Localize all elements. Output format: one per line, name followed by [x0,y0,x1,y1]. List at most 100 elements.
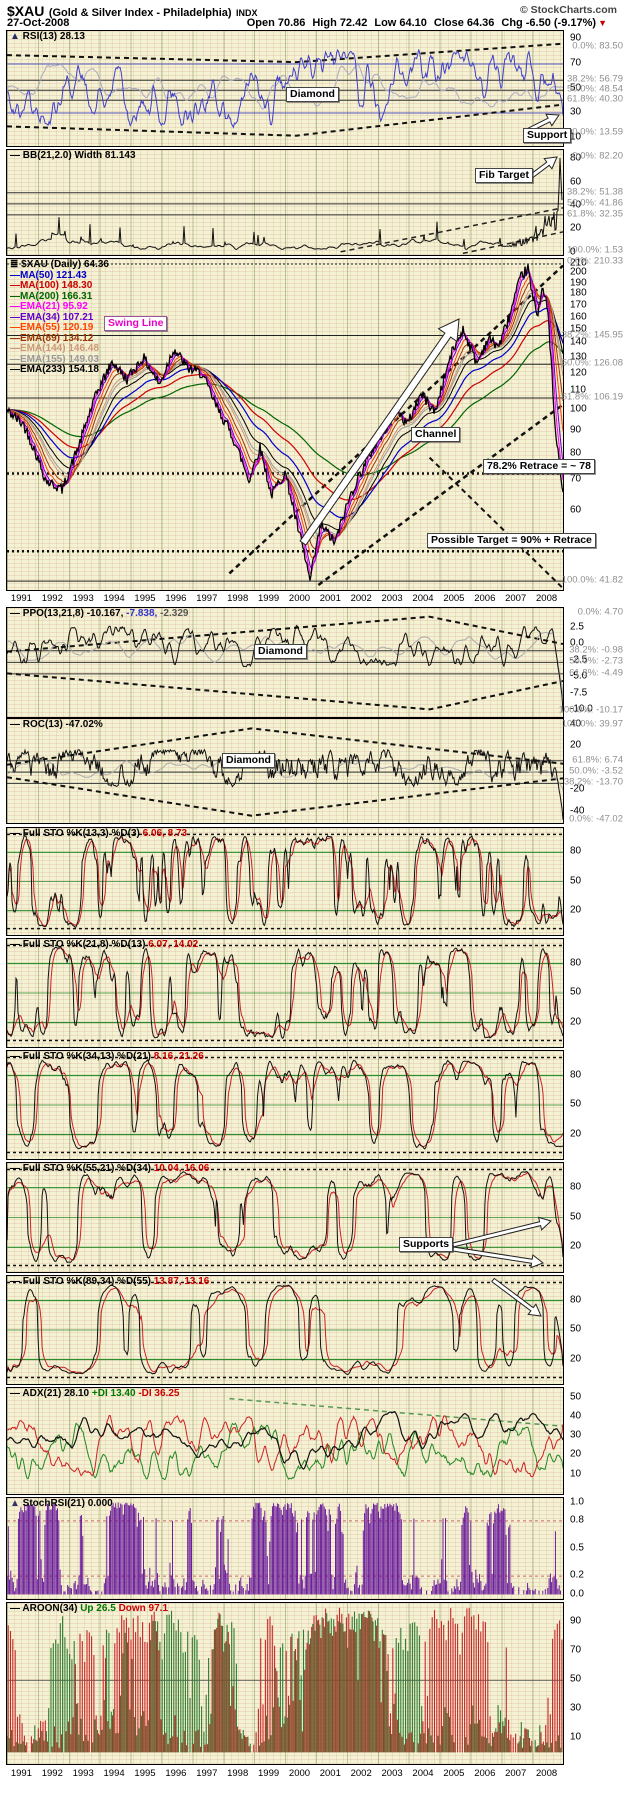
axis-tick: 100 [570,403,587,414]
axis-tick: 0.8 [570,1514,584,1525]
change-dropdown-icon[interactable]: ▼ [598,18,607,28]
fib-retracement-label: 0.0%: 210.33 [567,256,623,267]
fib-retracement-label: 61.8%: 6.74 [572,754,623,765]
year-label: 1991 [11,593,32,604]
legend-item: — Full STO %K(13,3) %D(3) [10,828,143,839]
panel-bbwidth-chart [7,150,563,255]
axis-tick: 50 [570,1674,581,1685]
legend-item: 6.07, 14.02 [148,939,198,950]
panel-price-main: ≣ $XAU (Daily) 64.36—MA(50) 121.43—MA(10… [6,258,564,591]
panel-roc-chart [7,719,563,823]
panel-adx-legend: — ADX(21) 28.10 +DI 13.40 -DI 36.25 [10,1389,179,1400]
annotation-possible-target-90-retrace: Possible Target = 90% + Retrace [427,533,596,548]
year-label: 1996 [165,1768,186,1779]
year-label: 2006 [474,1768,495,1779]
legend-item: — Full STO %K(89,34) %D(55) [10,1276,154,1287]
legend-item: —MA(50) 121.43 [10,270,87,281]
axis-rsi: 90705030100.0%: 83.5038.2%: 56.7950.0%: … [566,30,624,147]
panel-sto-55-21-legend: — Full STO %K(55,21) %D(34) 10.04, 16.06 [10,1164,209,1175]
axis-roc: 4020-20-40100.0%: 39.9761.8%: 6.7450.0%:… [566,718,624,824]
fib-retracement-label: 61.8%: 106.19 [562,392,623,403]
panel-ppo-chart [7,608,563,717]
annotation-support: Support [523,128,571,143]
annotation-channel: Channel [411,427,460,442]
panel-stochrsi-chart [7,1498,563,1599]
panel-sto-55-21: — Full STO %K(55,21) %D(34) 10.04, 16.06… [6,1162,564,1273]
fib-retracement-label: 100.0%: 1.53 [567,244,623,255]
triangle-icon: ▲ [10,1498,20,1509]
legend-item: Up 26.5 [80,1603,118,1614]
series-line [7,50,563,128]
panel-adx-chart [7,1388,563,1494]
legend-item: 8.16, 21.26 [154,1051,204,1062]
axis-tick: 90 [570,1616,581,1627]
callout-arrow [453,1247,543,1268]
axis-tick: 40 [570,1410,581,1421]
panel-bbwidth-legend: — BB(21,2.0) Width 81.143 [10,151,136,162]
fib-retracement-label: 61.8%: 32.35 [567,208,623,219]
legend-item: — ADX(21) 28.10 [10,1388,92,1399]
panel-price-main-legend: ≣ $XAU (Daily) 64.36—MA(50) 121.43—MA(10… [10,260,109,376]
legend-item: — PPO(13,21,8) -10.167, [10,608,123,619]
panel-sto-21-8-legend: — Full STO %K(21,8) %D(13) 6.07, 14.02 [10,940,198,951]
axis-sto-34-13: 805020 [566,1050,624,1160]
fib-retracement-label: 61.8%: 40.30 [567,94,623,105]
series-line [7,750,563,820]
axis-tick: 2.5 [570,621,584,632]
trendline-dashed [7,673,563,709]
axis-tick: 20 [570,904,581,915]
axis-tick: 70 [570,1645,581,1656]
legend-item: -DI 36.25 [138,1388,179,1399]
year-label: 2006 [474,593,495,604]
panel-sto-13-3-legend: — Full STO %K(13,3) %D(3) 6.06, 8.73 [10,829,187,840]
fib-retracement-label: 38.2%: -13.70 [564,777,623,788]
fib-retracement-label: 0.0%: 4.70 [578,607,623,618]
fib-retracement-label: 50.0%: 126.08 [562,358,623,369]
quote-label: Low [374,17,396,29]
legend-item: Down 97.1 [119,1603,168,1614]
legend-item: —EMA(89) 134.12 [10,333,93,344]
annotation-swing-line: Swing Line [104,316,167,331]
year-label: 1993 [73,593,94,604]
year-label: 2001 [320,593,341,604]
legend-item: —EMA(144) 146.48 [10,343,99,354]
legend-item: —EMA(21) 95.92 [10,301,88,312]
chart-header: $XAU (Gold & Silver Index - Philadelphia… [7,3,617,17]
panel-roc-legend: — ROC(13) -47.02% [10,720,103,731]
axis-sto-21-8: 805020 [566,938,624,1048]
axis-tick: 20 [570,740,581,751]
legend-item: —EMA(155) 149.03 [10,354,99,365]
quote-label: Chg [501,17,522,29]
axis-bbwidth: 8060402000.0%: 82.2038.2%: 51.3850.0%: 4… [566,149,624,256]
axis-tick: 20 [570,1449,581,1460]
year-label: 1994 [104,1768,125,1779]
series-line [7,626,563,712]
axis-tick: 80 [570,448,581,459]
annotation-supports: Supports [399,1237,453,1252]
legend-item: — AROON(34) [10,1603,80,1614]
quote-value: 72.42 [340,17,368,29]
year-label: 2008 [536,593,557,604]
axis-tick: 90 [570,425,581,436]
year-label: 1992 [42,1768,63,1779]
axis-tick: 160 [570,311,587,322]
legend-item: — Full STO %K(34,13) %D(21) [10,1051,154,1062]
legend-item: —EMA(55) 120.19 [10,322,93,333]
year-label: 1998 [227,593,248,604]
year-label: 2005 [443,1768,464,1779]
quote-row: 27-Oct-2008 Open70.86High72.42Low64.10Cl… [7,17,617,30]
legend-item: —EMA(34) 107.21 [10,312,93,323]
axis-tick: 0.0 [570,1588,584,1599]
year-label: 1996 [165,593,186,604]
year-label: 2003 [382,1768,403,1779]
fib-retracement-label: 50.0%: 41.86 [567,197,623,208]
fib-retracement-label: 0.0%: 83.50 [572,41,623,52]
panel-aroon-chart [7,1603,563,1764]
panel-rsi-chart [7,31,563,146]
fib-retracement-label: 61.8%: -4.49 [569,667,623,678]
quote-label: Close [434,17,464,29]
axis-tick: -7.5 [570,687,587,698]
axis-tick: 1.0 [570,1496,584,1507]
axis-tick: 20 [570,1016,581,1027]
panel-adx: — ADX(21) 28.10 +DI 13.40 -DI 36.25 [6,1387,564,1495]
